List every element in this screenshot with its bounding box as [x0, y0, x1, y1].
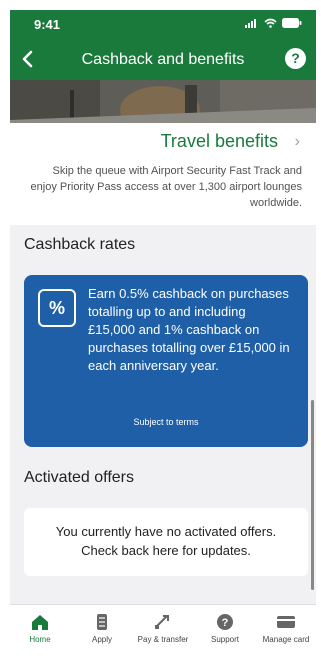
tab-bar: Home Apply Pay & transfer ? Support Mana… [10, 604, 316, 659]
travel-benefits-label: Travel benefits [160, 131, 278, 151]
tab-apply[interactable]: Apply [72, 613, 132, 644]
page-title: Cashback and benefits [81, 51, 245, 68]
status-time: 9:41 [34, 17, 61, 32]
tab-home[interactable]: Home [10, 613, 70, 644]
travel-photo-art [10, 80, 316, 123]
tab-home-label: Home [29, 635, 51, 644]
svg-text:?: ? [222, 617, 229, 629]
screen: 9:41 Cashback and benefits ? Travel bene… [10, 10, 316, 659]
documents-icon [97, 614, 107, 630]
cashback-rates-card: % Earn 0.5% cashback on purchases totall… [24, 275, 308, 447]
activated-offers-heading: Activated offers [24, 469, 134, 486]
help-icon: ? [217, 614, 233, 630]
help-icon[interactable]: ? [285, 48, 306, 69]
signal-icon [245, 19, 256, 28]
cashback-rates-text: Earn 0.5% cashback on purchases totallin… [88, 286, 290, 373]
tab-apply-label: Apply [91, 635, 112, 644]
subject-to-terms-link[interactable]: Subject to terms [24, 417, 308, 427]
activated-offers-card: You currently have no activated offers. … [24, 508, 308, 576]
percent-icon: % [38, 289, 76, 327]
tab-pay-transfer-label: Pay & transfer [137, 635, 189, 644]
cashback-rates-heading: Cashback rates [24, 236, 136, 253]
chevron-right-icon: › [294, 133, 300, 150]
no-offers-message: You currently have no activated offers. … [55, 524, 277, 558]
status-icons [245, 18, 302, 28]
tab-pay-transfer[interactable]: Pay & transfer [133, 613, 193, 644]
tab-manage-card-label: Manage card [262, 635, 310, 644]
scrollbar[interactable] [311, 400, 314, 590]
travel-benefits-link[interactable]: Travel benefits › [10, 131, 316, 155]
battery-icon [282, 18, 302, 28]
home-icon [32, 615, 48, 630]
transfer-icon [155, 615, 169, 629]
tab-support-label: Support [210, 635, 240, 644]
card-icon [277, 616, 295, 628]
travel-photo [10, 80, 316, 123]
wifi-icon [264, 18, 277, 28]
tab-support[interactable]: ? Support [195, 613, 255, 644]
travel-benefits-description: Skip the queue with Airport Security Fas… [30, 165, 302, 209]
tab-manage-card[interactable]: Manage card [256, 613, 316, 644]
travel-benefits-card: Travel benefits › Skip the queue with Ai… [10, 123, 316, 225]
